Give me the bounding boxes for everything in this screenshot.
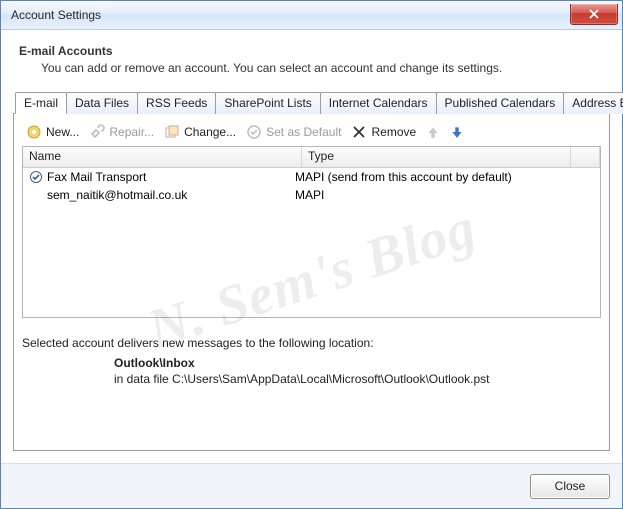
set-default-button: Set as Default (246, 124, 341, 140)
delivery-path: in data file C:\Users\Sam\AppData\Local\… (114, 372, 601, 386)
header-title: E-mail Accounts (19, 44, 606, 58)
tab-address-books[interactable]: Address Books (563, 92, 623, 114)
tab-rss-feeds[interactable]: RSS Feeds (137, 92, 216, 114)
account-name: sem_naitik@hotmail.co.uk (47, 188, 187, 202)
account-type: MAPI (send from this account by default) (289, 170, 600, 184)
tab-panel: New... Repair... Change... (13, 113, 610, 451)
account-name: Fax Mail Transport (47, 170, 146, 184)
toolbar: New... Repair... Change... (22, 122, 601, 146)
tab-published-calendars[interactable]: Published Calendars (436, 92, 565, 114)
header-block: E-mail Accounts You can add or remove an… (19, 44, 606, 75)
tab-email[interactable]: E-mail (15, 92, 67, 114)
arrow-down-icon (450, 125, 464, 139)
default-account-icon (29, 170, 43, 184)
table-row[interactable]: sem_naitik@hotmail.co.uk MAPI (23, 186, 600, 204)
arrow-up-icon (426, 125, 440, 139)
tab-data-files[interactable]: Data Files (66, 92, 138, 114)
window-title: Account Settings (1, 8, 570, 22)
default-icon (246, 124, 262, 140)
delivery-intro: Selected account delivers new messages t… (22, 336, 601, 350)
delivery-location: Outlook\Inbox (114, 356, 601, 370)
delivery-info: Selected account delivers new messages t… (22, 336, 601, 386)
list-header: Name Type (23, 147, 600, 168)
account-settings-window: Account Settings E-mail Accounts You can… (0, 0, 623, 509)
tab-sharepoint-lists[interactable]: SharePoint Lists (215, 92, 320, 114)
move-up-button[interactable] (426, 125, 440, 139)
table-row[interactable]: Fax Mail Transport MAPI (send from this … (23, 168, 600, 186)
close-icon (588, 9, 600, 19)
new-button[interactable]: New... (26, 124, 79, 140)
footer: Close (1, 463, 622, 508)
window-close-button[interactable] (570, 4, 618, 25)
repair-icon (89, 124, 105, 140)
repair-button: Repair... (89, 124, 154, 140)
new-icon (26, 124, 42, 140)
move-down-button[interactable] (450, 125, 464, 139)
change-button[interactable]: Change... (164, 124, 236, 140)
tabstrip: E-mail Data Files RSS Feeds SharePoint L… (15, 91, 610, 113)
accounts-list[interactable]: Name Type Fax Mail Transport MAPI (send … (22, 146, 601, 318)
account-type: MAPI (289, 188, 600, 202)
remove-icon (351, 124, 367, 140)
column-header-name[interactable]: Name (23, 147, 302, 167)
tab-internet-calendars[interactable]: Internet Calendars (320, 92, 437, 114)
remove-button[interactable]: Remove (351, 124, 416, 140)
column-header-type[interactable]: Type (302, 147, 571, 167)
header-description: You can add or remove an account. You ca… (41, 61, 606, 75)
titlebar: Account Settings (1, 1, 622, 30)
close-button[interactable]: Close (530, 474, 610, 499)
change-icon (164, 124, 180, 140)
content-area: E-mail Accounts You can add or remove an… (1, 30, 622, 463)
